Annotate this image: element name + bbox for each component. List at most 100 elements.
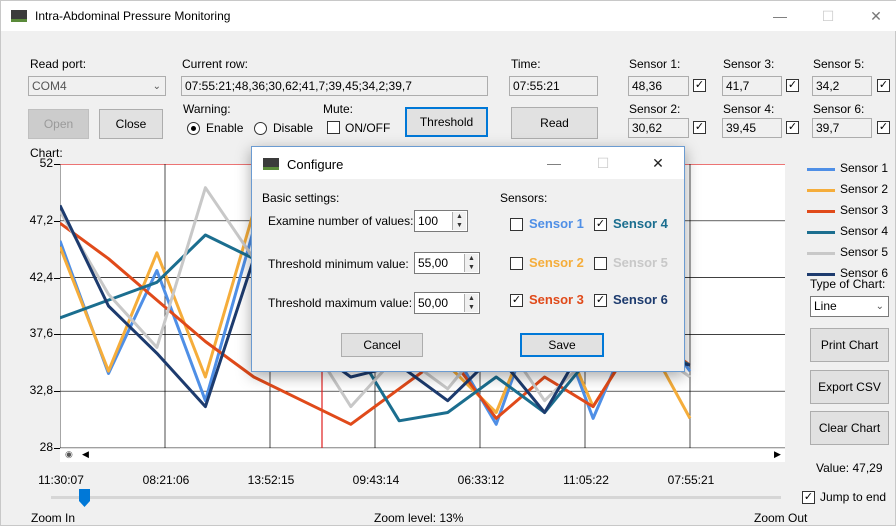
legend-label: Sensor 2: [840, 182, 889, 196]
dlg-sensor5-label: Sensor 5: [613, 255, 668, 270]
scroll-handle-icon: ◉: [65, 449, 73, 459]
y-tick-label: 47,2: [29, 212, 53, 227]
open-button[interactable]: Open: [28, 109, 89, 139]
dlg-sensor2-checkbox[interactable]: [510, 257, 523, 270]
dialog-minimize-button[interactable]: —: [541, 152, 567, 174]
enable-label: Enable: [206, 121, 244, 135]
sensor5-label: Sensor 5:: [813, 57, 865, 71]
legend-label: Sensor 5: [840, 245, 889, 259]
dialog-save-button[interactable]: Save: [520, 333, 604, 357]
app-icon: [11, 10, 27, 22]
disable-radio[interactable]: [254, 122, 267, 135]
app-icon: [263, 158, 279, 170]
sensor1-value: 48,36: [628, 76, 689, 96]
time-label: Time:: [511, 57, 541, 71]
dlg-sensor6-checkbox[interactable]: ✓: [594, 294, 607, 307]
jump-to-end-label: Jump to end: [820, 490, 887, 504]
sensor4-label: Sensor 4:: [723, 102, 775, 116]
threshold-min-stepper[interactable]: 55,00 ▲ ▼: [414, 252, 480, 274]
sensor1-label: Sensor 1:: [629, 57, 681, 71]
configure-dialog: Configure — ☐ ✕ Basic settings: Examine …: [251, 146, 685, 372]
close-button[interactable]: Close: [99, 109, 163, 139]
stepper-arrows-icon[interactable]: ▲ ▼: [464, 254, 478, 272]
enable-radio[interactable]: [187, 122, 200, 135]
x-tick-label: 13:52:15: [247, 473, 295, 487]
title-bar: Intra-Abdominal Pressure Monitoring — ☐ …: [1, 1, 896, 31]
jump-to-end-checkbox[interactable]: ✓: [802, 491, 815, 504]
sensor2-label: Sensor 2:: [629, 102, 681, 116]
threshold-button[interactable]: Threshold: [405, 107, 488, 137]
window-title: Intra-Abdominal Pressure Monitoring: [35, 9, 231, 23]
time-field: 07:55:21: [509, 76, 598, 96]
basic-settings-label: Basic settings:: [262, 191, 340, 205]
zoom-in-label: Zoom In: [31, 511, 76, 525]
dialog-maximize-button[interactable]: ☐: [590, 152, 616, 174]
port-select[interactable]: COM4 ⌄: [28, 76, 166, 96]
threshold-max-stepper[interactable]: 50,00 ▲ ▼: [414, 292, 480, 314]
dlg-sensor5-checkbox[interactable]: [594, 257, 607, 270]
dialog-title-bar: Configure — ☐ ✕: [252, 147, 684, 179]
chart-type-select[interactable]: Line ⌄: [810, 296, 889, 317]
dialog-cancel-button[interactable]: Cancel: [341, 333, 423, 357]
stepper-arrows-icon[interactable]: ▲ ▼: [452, 212, 466, 230]
sensor5-checkbox[interactable]: ✓: [877, 79, 890, 92]
legend-label: Sensor 3: [840, 203, 889, 217]
legend-swatch: [807, 231, 835, 234]
legend-swatch: [807, 189, 835, 192]
x-tick-label: 11:30:07: [38, 473, 84, 487]
stepper-arrows-icon[interactable]: ▲ ▼: [464, 294, 478, 312]
chart-type-label: Type of Chart:: [810, 277, 886, 291]
legend-swatch: [807, 273, 835, 276]
sensors-label: Sensors:: [500, 191, 548, 205]
dlg-sensor1-label: Sensor 1: [529, 216, 584, 231]
chevron-down-icon: ⌄: [152, 81, 161, 92]
sensor6-checkbox[interactable]: ✓: [877, 121, 890, 134]
threshold-min-label: Threshold minimum value:: [268, 257, 409, 271]
sensor6-value: 39,7: [812, 118, 872, 138]
sensor2-value: 30,62: [628, 118, 689, 138]
main-window: Intra-Abdominal Pressure Monitoring — ☐ …: [0, 0, 896, 526]
y-tick-label: 42,4: [29, 269, 53, 284]
y-tick-mark: [54, 164, 60, 165]
minimize-button[interactable]: —: [767, 5, 793, 27]
scroll-left-icon[interactable]: ◀: [82, 449, 89, 460]
export-csv-button[interactable]: Export CSV: [810, 370, 889, 404]
y-tick-mark: [54, 334, 60, 336]
mute-onoff-label: ON/OFF: [345, 121, 391, 135]
zoom-slider-thumb[interactable]: [79, 489, 91, 507]
threshold-min-value: 55,00: [418, 256, 449, 270]
zoom-track[interactable]: [51, 496, 781, 499]
clear-chart-button[interactable]: Clear Chart: [810, 411, 889, 445]
dlg-sensor1-checkbox[interactable]: [510, 218, 523, 231]
mute-label: Mute:: [323, 102, 354, 116]
chevron-down-icon: ⌄: [875, 301, 884, 312]
print-chart-button[interactable]: Print Chart: [810, 328, 889, 362]
legend-label: Sensor 4: [840, 224, 889, 238]
y-tick-label: 28: [39, 440, 53, 454]
maximize-button[interactable]: ☐: [815, 5, 841, 27]
read-button[interactable]: Read: [511, 107, 598, 139]
zoom-level-label: Zoom level: 13%: [374, 511, 464, 525]
chart-scrollbar[interactable]: ◉ ◀ ▶: [60, 448, 785, 462]
dlg-sensor4-checkbox[interactable]: ✓: [594, 218, 607, 231]
sensor1-checkbox[interactable]: ✓: [693, 79, 706, 92]
dlg-sensor3-label: Sensor 3: [529, 292, 584, 307]
dialog-close-button[interactable]: ✕: [645, 152, 671, 174]
threshold-max-label: Threshold maximum value:: [268, 296, 413, 310]
legend-swatch: [807, 168, 835, 171]
port-value: COM4: [32, 79, 67, 93]
dlg-sensor2-label: Sensor 2: [529, 255, 584, 270]
sensor2-checkbox[interactable]: ✓: [693, 121, 706, 134]
dlg-sensor4-label: Sensor 4: [613, 216, 668, 231]
sensor3-checkbox[interactable]: ✓: [786, 79, 799, 92]
current-row-field: 07:55:21;48,36;30,62;41,7;39,45;34,2;39,…: [181, 76, 488, 96]
mute-checkbox[interactable]: [327, 121, 340, 134]
chart-type-value: Line: [814, 299, 837, 313]
value-readout: Value: 47,29: [816, 461, 883, 475]
scroll-right-icon[interactable]: ▶: [774, 449, 781, 460]
examine-stepper[interactable]: 100 ▲ ▼: [414, 210, 468, 232]
dlg-sensor3-checkbox[interactable]: ✓: [510, 294, 523, 307]
close-window-button[interactable]: ✕: [863, 5, 889, 27]
sensor4-checkbox[interactable]: ✓: [786, 121, 799, 134]
sensor3-label: Sensor 3:: [723, 57, 775, 71]
